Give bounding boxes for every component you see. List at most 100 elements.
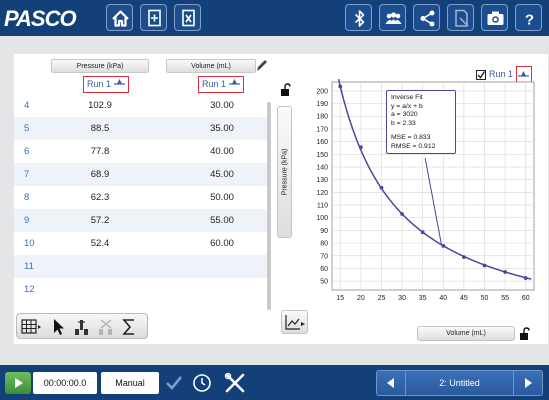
y-axis-measurement-selector[interactable]: Pressure (kPa): [277, 106, 292, 238]
fit-rmse: RMSE = 0.912: [391, 142, 436, 150]
volume-cell[interactable]: 45.00: [197, 169, 247, 180]
sharing-icon: [385, 12, 402, 24]
x-axis-lock-button[interactable]: [519, 327, 533, 341]
x-tick-label: 45: [460, 295, 468, 302]
elapsed-time-display: 00:00:00.0: [33, 372, 97, 394]
row-index: 6: [24, 146, 30, 157]
fit-mse: MSE = 0.833: [391, 134, 431, 141]
lock-open-icon: [281, 83, 291, 96]
pressure-cell[interactable]: 102.9: [75, 100, 125, 111]
data-point: [523, 276, 528, 280]
graph-tools-button[interactable]: [281, 310, 308, 334]
clock-settings-icon: [193, 374, 211, 392]
row-index: 11: [24, 261, 34, 272]
keep-sample-button[interactable]: [162, 372, 186, 394]
run-label: Run 1: [87, 79, 112, 89]
y-tick-label: 180: [316, 114, 328, 121]
bluetooth-button[interactable]: [345, 4, 372, 31]
column-header-volume[interactable]: Volume (mL): [166, 59, 256, 73]
table-row[interactable]: 7 68.9 45.00: [14, 163, 267, 186]
home-button[interactable]: [106, 4, 133, 31]
top-toolbar: PASCO ?: [0, 0, 549, 36]
table-row[interactable]: 6 77.8 40.00: [14, 140, 267, 163]
svg-text:?: ?: [525, 12, 534, 29]
y-tick-label: 80: [320, 241, 328, 248]
table-icon[interactable]: [21, 319, 43, 335]
data-point: [358, 145, 363, 150]
run-symbol-icon: [228, 79, 240, 85]
start-button[interactable]: [5, 372, 31, 394]
y-tick-label: 100: [316, 215, 328, 222]
sampling-options-button[interactable]: [190, 371, 214, 395]
sampling-mode-selector[interactable]: Manual: [101, 372, 159, 394]
fit-title: Inverse Fit: [391, 94, 423, 101]
volume-cell[interactable]: 55.00: [197, 215, 247, 226]
pressure-cell[interactable]: 57.2: [75, 215, 125, 226]
selection-pointer-icon[interactable]: [52, 318, 66, 336]
hardware-setup-button[interactable]: [223, 371, 247, 395]
bluetooth-icon: [354, 10, 365, 27]
highlight-data-icon[interactable]: [73, 317, 91, 337]
new-file-button[interactable]: [140, 4, 167, 31]
share-button[interactable]: [413, 4, 440, 31]
help-button[interactable]: ?: [515, 4, 542, 31]
sharing-button[interactable]: [379, 4, 406, 31]
table-row[interactable]: 4 102.9 30.00: [14, 94, 267, 117]
table-row[interactable]: 10 52.4 60.00: [14, 232, 267, 255]
pressure-cell[interactable]: 68.9: [75, 169, 125, 180]
column-header-pressure[interactable]: Pressure (kPa): [51, 59, 149, 73]
y-axis-lock-button[interactable]: [280, 83, 292, 97]
camera-icon: [487, 11, 504, 25]
x-tick-label: 15: [336, 295, 344, 302]
table-row[interactable]: 12: [14, 278, 267, 301]
y-axis-label: Pressure (kPa): [281, 148, 288, 196]
data-point: [338, 84, 343, 89]
run-selector-pressure[interactable]: Run 1: [83, 76, 129, 93]
camera-button[interactable]: [481, 4, 508, 31]
statistics-sigma-icon[interactable]: [121, 318, 137, 336]
volume-cell[interactable]: 30.00: [197, 100, 247, 111]
row-index: 7: [24, 169, 30, 180]
table-row[interactable]: 9 57.2 55.00: [14, 209, 267, 232]
y-tick-label: 110: [317, 203, 328, 210]
volume-cell[interactable]: 50.00: [197, 192, 247, 203]
fit-param-a: a = 3020: [391, 111, 418, 118]
tools-wrench-icon: [224, 372, 245, 393]
page-navigator: 2: Untitled: [376, 370, 543, 396]
pressure-cell[interactable]: 62.3: [75, 192, 125, 203]
x-tick-label: 20: [357, 295, 365, 302]
table-row[interactable]: 8 62.3 50.00: [14, 186, 267, 209]
x-tick-label: 25: [378, 295, 386, 302]
table-scrollbar[interactable]: [267, 102, 271, 310]
x-axis-label: Volume (mL): [446, 330, 486, 337]
pressure-cell[interactable]: 88.5: [75, 123, 125, 134]
row-index: 9: [24, 215, 30, 226]
pressure-cell[interactable]: 52.4: [75, 238, 125, 249]
next-page-button[interactable]: [513, 371, 542, 395]
run-selector-volume[interactable]: Run 1: [198, 76, 244, 93]
workbook-page: Pressure (kPa) Volume (mL) Run 1 Run 1 4…: [14, 54, 548, 344]
curve-fit-annotation[interactable]: Inverse Fit y = a/x + b a = 3020 b = 2.3…: [386, 90, 456, 154]
y-tick-label: 70: [320, 253, 328, 260]
x-axis-measurement-selector[interactable]: Volume (mL): [417, 326, 515, 341]
previous-page-button[interactable]: [377, 371, 406, 395]
lock-open-icon: [520, 327, 530, 340]
data-point: [379, 185, 384, 190]
y-tick-label: 60: [320, 266, 328, 273]
volume-cell[interactable]: 35.00: [197, 123, 247, 134]
pressure-cell[interactable]: 77.8: [75, 146, 125, 157]
journal-button[interactable]: [447, 4, 474, 31]
volume-cell[interactable]: 40.00: [197, 146, 247, 157]
pencil-edit-button[interactable]: [255, 57, 269, 73]
table-row[interactable]: 11: [14, 255, 267, 278]
table-row[interactable]: 5 88.5 35.00: [14, 117, 267, 140]
fit-param-b: b = 2.33: [391, 119, 416, 127]
y-tick-label: 150: [316, 152, 328, 159]
volume-cell[interactable]: 60.00: [197, 238, 247, 249]
graph-tools-icon: [285, 315, 305, 330]
x-tick-label: 50: [481, 295, 489, 302]
x-tick-label: 35: [419, 295, 427, 302]
page-title[interactable]: 2: Untitled: [406, 371, 513, 395]
export-data-button[interactable]: [174, 4, 201, 31]
help-icon: ?: [525, 12, 534, 29]
